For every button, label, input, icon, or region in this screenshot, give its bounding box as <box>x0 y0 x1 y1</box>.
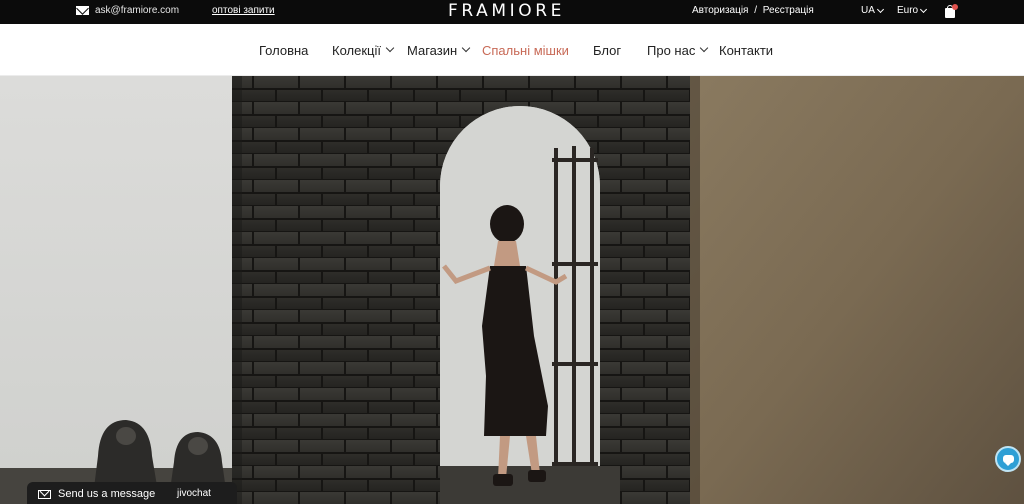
email-text: ask@framiore.com <box>95 5 180 16</box>
mail-icon <box>76 6 89 15</box>
chevron-down-icon <box>920 5 928 13</box>
nav-item-label: Контакти <box>719 43 774 58</box>
nav-item-label: Колекції <box>332 43 381 58</box>
login-link[interactable]: Авторизація <box>692 5 748 16</box>
register-link[interactable]: Реєстрація <box>763 5 814 16</box>
email-link[interactable]: ask@framiore.com <box>76 5 179 16</box>
nav-item-contacts[interactable]: Контакти <box>719 43 773 58</box>
chat-label: Send us a message <box>58 488 156 500</box>
chevron-down-icon <box>700 43 709 53</box>
language-select[interactable]: UA <box>861 5 884 16</box>
nav-item-sleeping-bags[interactable]: Спальні мішки <box>482 43 569 58</box>
cart-badge <box>952 4 958 10</box>
envelope-icon <box>38 489 51 499</box>
chevron-down-icon <box>385 43 395 53</box>
wholesale-link[interactable]: оптові запити <box>212 5 275 16</box>
chevron-down-icon <box>876 5 884 13</box>
nav-item-collections[interactable]: Колекції <box>332 43 395 58</box>
site-logo[interactable]: FRAMIORE <box>448 1 565 21</box>
nav-item-home[interactable]: Головна <box>259 43 308 58</box>
nav-item-label: Спальні мішки <box>482 43 569 58</box>
main-nav: Головна Колекції Магазин Спальні мішки Б… <box>0 24 1024 76</box>
auth-separator: / <box>754 5 758 16</box>
shopping-bag-icon[interactable] <box>944 4 958 18</box>
nav-item-about[interactable]: Про нас <box>647 43 709 58</box>
chevron-down-icon <box>461 43 471 53</box>
nav-item-shop[interactable]: Магазин <box>407 43 471 58</box>
chat-brand: jivochat <box>177 488 211 499</box>
auth-links: Авторизація / Реєстрація <box>692 5 814 16</box>
nav-item-label: Головна <box>259 43 309 58</box>
chat-bubble-icon[interactable] <box>995 446 1021 472</box>
nav-item-label: Блог <box>593 43 622 58</box>
nav-item-blog[interactable]: Блог <box>593 43 621 58</box>
hero-image <box>0 76 1024 504</box>
chat-widget[interactable]: Send us a message jivochat <box>27 482 237 504</box>
language-value: UA <box>861 5 875 16</box>
nav-item-label: Магазин <box>407 43 458 58</box>
nav-item-label: Про нас <box>647 43 696 58</box>
currency-select[interactable]: Euro <box>897 5 928 16</box>
hero-banner <box>0 76 1024 504</box>
top-bar: ask@framiore.com оптові запити FRAMIORE … <box>0 0 1024 24</box>
currency-value: Euro <box>897 5 919 16</box>
